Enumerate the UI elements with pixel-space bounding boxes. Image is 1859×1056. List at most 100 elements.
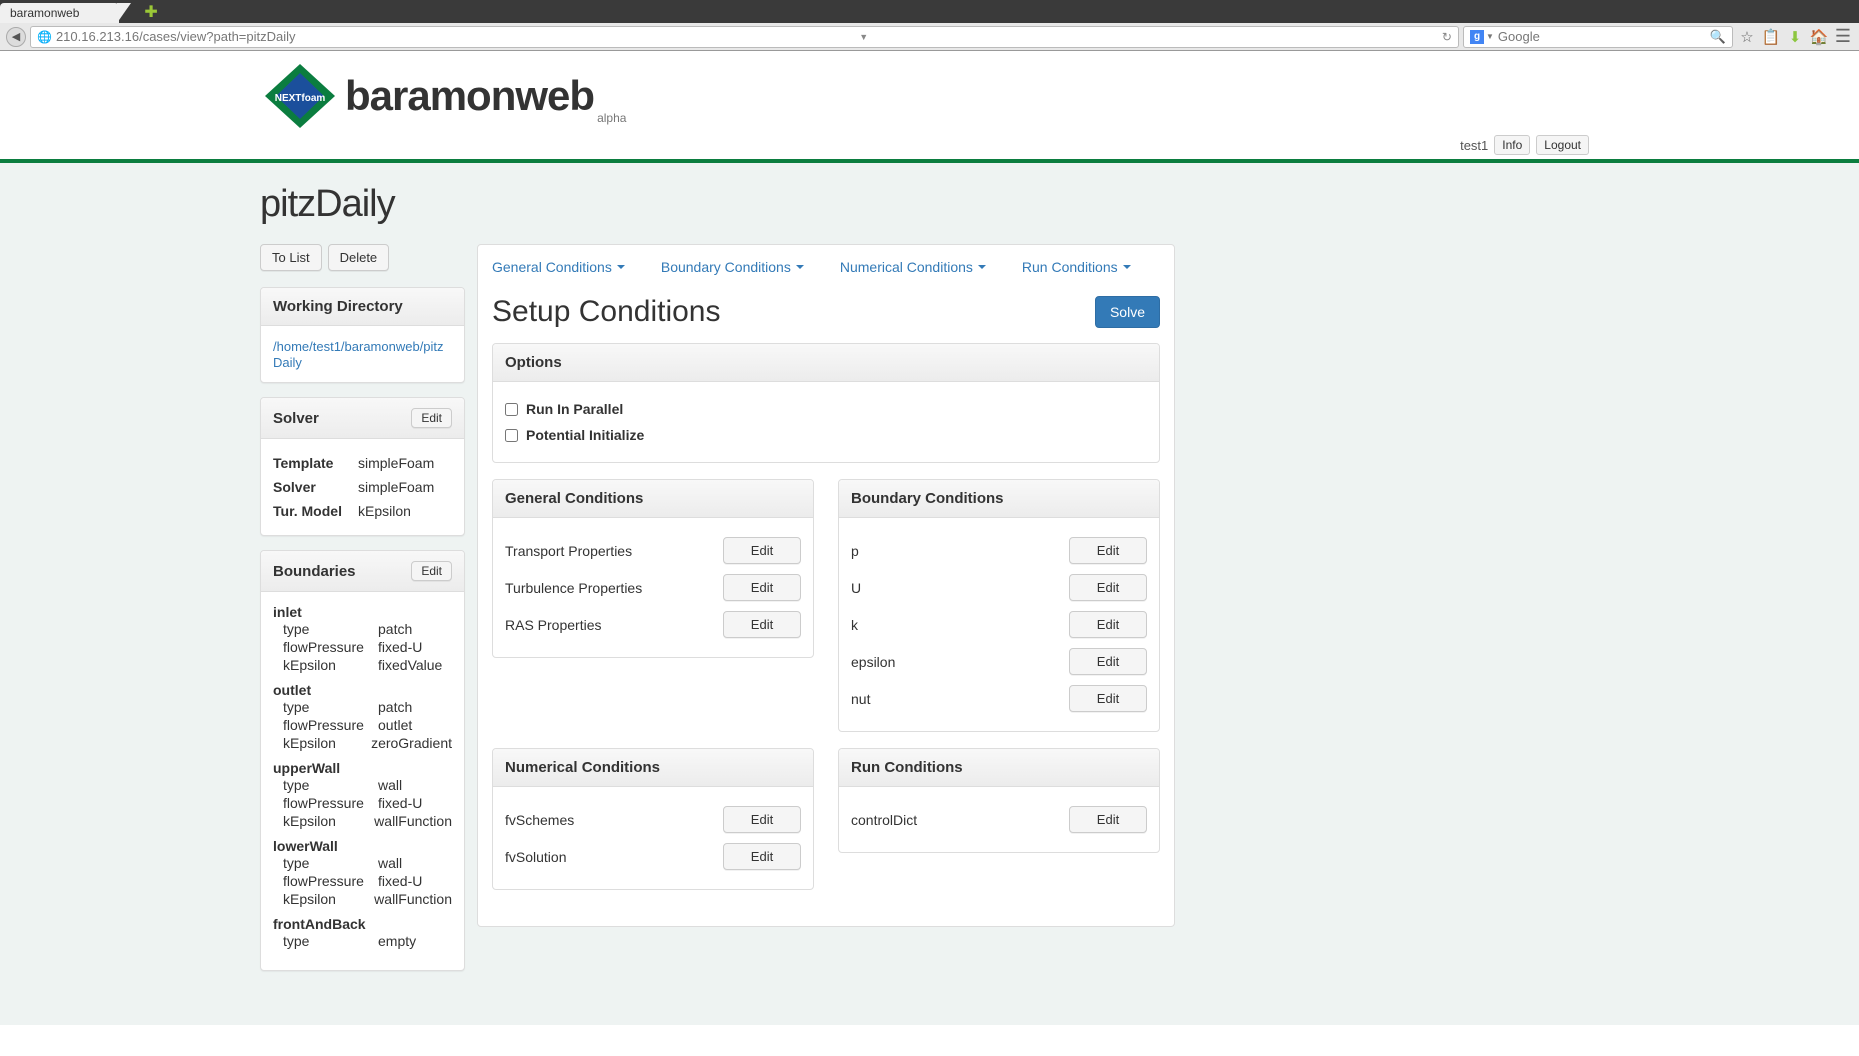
boundary-group: upperWalltypewallflowPressurefixed-UkEps… [273, 760, 452, 830]
boundaries-panel: Boundaries Edit inlettypepatchflowPressu… [260, 550, 465, 971]
edit-button[interactable]: Edit [1069, 611, 1147, 638]
google-icon: g [1470, 30, 1484, 44]
working-directory-title: Working Directory [261, 288, 464, 326]
edit-button[interactable]: Edit [723, 611, 801, 638]
solver-panel-title: Solver [273, 410, 319, 427]
boundary-row-value: wallFunction [374, 891, 452, 907]
tab-link[interactable]: Numerical Conditions [838, 253, 988, 281]
tab-label: Run Conditions [1022, 259, 1118, 275]
tab-link[interactable]: Run Conditions [1020, 253, 1133, 281]
solver-row-key: Solver [273, 479, 358, 495]
boundary-row-value: wallFunction [374, 813, 452, 829]
condition-label: RAS Properties [505, 617, 601, 633]
solver-row-key: Tur. Model [273, 503, 358, 519]
option-row[interactable]: Potential Initialize [505, 422, 1147, 448]
edit-button[interactable]: Edit [1069, 648, 1147, 675]
edit-button[interactable]: Edit [1069, 574, 1147, 601]
logout-button[interactable]: Logout [1536, 135, 1589, 155]
boundary-row-value: fixed-U [378, 795, 422, 811]
search-placeholder: Google [1498, 29, 1540, 44]
tab-link[interactable]: Boundary Conditions [659, 253, 806, 281]
solver-row-value: simpleFoam [358, 479, 434, 495]
boundary-row-key: kEpsilon [283, 891, 374, 907]
boundary-row-key: kEpsilon [283, 813, 374, 829]
home-icon[interactable]: 🏠 [1809, 28, 1829, 46]
url-input[interactable]: 🌐 210.16.213.16/cases/view?path=pitzDail… [30, 26, 1459, 48]
edit-button[interactable]: Edit [1069, 537, 1147, 564]
boundaries-edit-button[interactable]: Edit [411, 561, 452, 581]
new-tab-icon[interactable]: ✚ [144, 2, 157, 22]
boundary-row-key: type [283, 699, 378, 715]
boundary-row: kEpsilonwallFunction [273, 812, 452, 830]
boundary-row-value: fixed-U [378, 873, 422, 889]
edit-button[interactable]: Edit [1069, 685, 1147, 712]
edit-button[interactable]: Edit [1069, 806, 1147, 833]
downloads-icon[interactable]: ⬇ [1785, 28, 1805, 46]
nav-back-icon[interactable]: ◀ [6, 27, 26, 47]
boundary-row-value: zeroGradient [371, 735, 452, 751]
condition-label: fvSolution [505, 849, 566, 865]
boundary-group: lowerWalltypewallflowPressurefixed-UkEps… [273, 838, 452, 908]
info-button[interactable]: Info [1494, 135, 1530, 155]
condition-label: controlDict [851, 812, 917, 828]
boundary-row: kEpsilonfixedValue [273, 656, 452, 674]
search-input[interactable]: g ▼ Google 🔍 [1463, 26, 1733, 48]
search-icon[interactable]: 🔍 [1710, 29, 1726, 45]
edit-button[interactable]: Edit [723, 574, 801, 601]
solver-row: Tur. ModelkEpsilon [273, 499, 452, 523]
run-conditions-title: Run Conditions [839, 749, 1159, 787]
boundary-group: frontAndBacktypeempty [273, 916, 452, 950]
edit-button[interactable]: Edit [723, 843, 801, 870]
condition-row: nut Edit [851, 680, 1147, 717]
tab-link[interactable]: General Conditions [490, 253, 627, 281]
run-conditions-panel: Run Conditions controlDict Edit [838, 748, 1160, 853]
condition-row: k Edit [851, 606, 1147, 643]
to-list-button[interactable]: To List [260, 244, 322, 271]
options-panel: Options Run In ParallelPotential Initial… [492, 343, 1160, 463]
boundary-row: flowPressurefixed-U [273, 638, 452, 656]
boundary-row-value: outlet [378, 717, 412, 733]
brand-logo[interactable]: NEXTfoam baramonweb alpha [260, 61, 626, 131]
condition-row: Transport Properties Edit [505, 532, 801, 569]
edit-button[interactable]: Edit [723, 537, 801, 564]
solver-panel: Solver Edit TemplatesimpleFoamSolversimp… [260, 397, 465, 536]
option-checkbox[interactable] [505, 403, 518, 416]
condition-label: Transport Properties [505, 543, 632, 559]
boundary-row-key: kEpsilon [283, 657, 378, 673]
browser-tab[interactable]: baramonweb [0, 3, 119, 23]
condition-label: k [851, 617, 858, 633]
globe-icon: 🌐 [37, 30, 52, 44]
browser-url-bar: ◀ 🌐 210.16.213.16/cases/view?path=pitzDa… [0, 23, 1859, 51]
condition-row: UEdit [851, 569, 1147, 606]
edit-button[interactable]: Edit [723, 806, 801, 833]
bookmark-icon[interactable]: ☆ [1737, 28, 1757, 46]
option-row[interactable]: Run In Parallel [505, 396, 1147, 422]
option-checkbox[interactable] [505, 429, 518, 442]
menu-icon[interactable]: ☰ [1833, 26, 1853, 47]
solver-edit-button[interactable]: Edit [411, 408, 452, 428]
brand-name: baramonweb [345, 72, 594, 120]
reload-icon[interactable]: ↻ [1436, 30, 1452, 44]
boundary-row: flowPressureoutlet [273, 716, 452, 734]
condition-row: fvSchemes Edit [505, 801, 801, 838]
boundary-row-value: wall [378, 855, 402, 871]
condition-label: fvSchemes [505, 812, 574, 828]
search-engine-dropdown-icon[interactable]: ▼ [1486, 32, 1494, 41]
boundary-name: outlet [273, 682, 452, 698]
condition-label: p [851, 543, 859, 559]
solver-row: TemplatesimpleFoam [273, 451, 452, 475]
solve-button[interactable]: Solve [1095, 296, 1160, 328]
url-dropdown-icon[interactable]: ▼ [859, 32, 868, 42]
condition-row: epsilonEdit [851, 643, 1147, 680]
condition-label: nut [851, 691, 870, 707]
clipboard-icon[interactable]: 📋 [1761, 28, 1781, 46]
boundary-row-key: kEpsilon [283, 735, 371, 751]
sidebar: To List Delete Working Directory /home/t… [260, 244, 465, 985]
tabs-bar: General Conditions Boundary Conditions Num… [478, 245, 1174, 281]
general-conditions-title: General Conditions [493, 480, 813, 518]
delete-button[interactable]: Delete [328, 244, 390, 271]
boundary-name: upperWall [273, 760, 452, 776]
boundary-group: outlettypepatchflowPressureoutletkEpsilo… [273, 682, 452, 752]
working-directory-link[interactable]: /home/test1/baramonweb/pitzDaily [273, 339, 444, 370]
boundary-row-value: patch [378, 621, 412, 637]
